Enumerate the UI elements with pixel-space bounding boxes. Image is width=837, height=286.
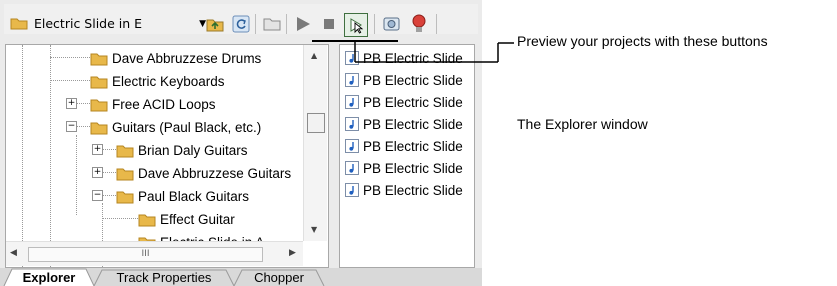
callout-preview: Preview your projects with these buttons [517, 33, 768, 49]
callout-explorer: The Explorer window [517, 116, 648, 132]
